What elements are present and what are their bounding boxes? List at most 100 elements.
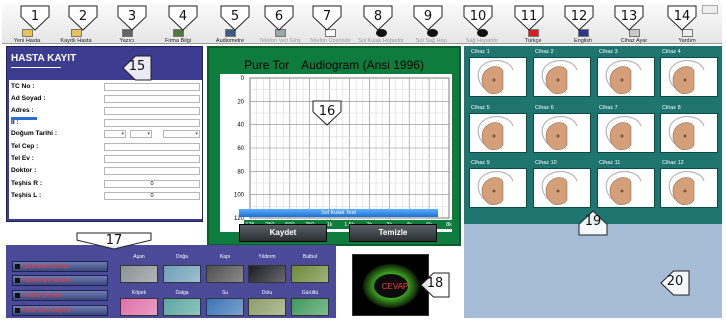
device-label: Cihaz 2: [535, 49, 554, 55]
sound-label: Doğa: [176, 254, 188, 260]
field-row: Teşhis L : 0: [11, 192, 200, 202]
sound-thumbnail[interactable]: [291, 298, 329, 316]
y-tick-label: 20: [237, 99, 244, 105]
hearing-aid-icon: [477, 116, 514, 150]
sound-label: Dalga: [175, 290, 189, 296]
sound-thumbnail[interactable]: [291, 265, 329, 283]
device-label: Cihaz 10: [535, 160, 557, 166]
field-input[interactable]: [104, 107, 200, 115]
y-tick-label: 60: [237, 146, 244, 152]
sound-thumbnail[interactable]: [248, 265, 286, 283]
audiogram-title-left: Pure Tor: [244, 58, 290, 72]
callout-marker: 8: [363, 5, 393, 31]
sound-category-button[interactable]: Araba Sesleri: [12, 290, 108, 301]
save-button[interactable]: Kaydet: [239, 224, 327, 242]
field-row: Doktor :: [11, 167, 200, 177]
field-label: Doktor :: [11, 167, 37, 174]
sound-thumbnail[interactable]: [120, 265, 158, 283]
device-tile-6[interactable]: Cihaz 6: [533, 105, 591, 153]
callout-marker: 13: [614, 5, 644, 31]
sound-label: Su: [221, 290, 229, 296]
sound-thumbnail[interactable]: [206, 265, 244, 283]
callout-number: 16: [318, 104, 336, 119]
audiogram-panel: Pure TorAudiogram (Ansi 1996) 1252505007…: [207, 46, 461, 246]
test-progress-bar[interactable]: Sol Kulak Test: [239, 209, 438, 217]
callout-marker: 3: [117, 5, 147, 31]
field-input[interactable]: [104, 155, 200, 163]
city-select[interactable]: [104, 119, 200, 127]
callout-marker: 12: [564, 5, 594, 31]
sound-thumbnail[interactable]: [163, 265, 201, 283]
hearing-aid-image: [533, 57, 591, 97]
field-input[interactable]: [104, 95, 200, 103]
device-label: Cihaz 8: [662, 105, 681, 111]
field-input[interactable]: [104, 143, 200, 151]
callout-number: 11: [520, 9, 538, 24]
device-tile-3[interactable]: Cihaz 3: [597, 49, 655, 97]
callout-marker: 10: [463, 5, 493, 31]
hearing-aid-icon: [668, 60, 705, 94]
birth-date-select[interactable]: ▾: [104, 130, 126, 138]
device-tile-9[interactable]: Cihaz 9: [469, 160, 527, 208]
field-input[interactable]: 0: [104, 180, 200, 188]
hearing-aid-image: [597, 168, 655, 208]
field-input[interactable]: [104, 83, 200, 91]
callout-number: 20: [666, 274, 684, 289]
field-input[interactable]: 0: [104, 192, 200, 200]
toolbar-button-label: Telefon Veri Giriş: [259, 38, 301, 44]
callout-number: 7: [322, 9, 332, 24]
birth-date-select[interactable]: ▾: [130, 130, 152, 138]
field-row: Doğum Tarihi : ▾ ▾ ▾: [11, 130, 200, 140]
field-label: Doğum Tarihi :: [11, 130, 58, 137]
device-tile-7[interactable]: Cihaz 7: [597, 105, 655, 153]
callout-marker: 17: [76, 232, 152, 250]
sound-category-button[interactable]: Özel Ses Seçimi: [12, 305, 108, 316]
callout-marker: 2: [68, 5, 98, 31]
callout-number: 4: [178, 9, 188, 24]
callout-number: 9: [423, 9, 433, 24]
birth-date-select[interactable]: ▾: [163, 130, 200, 138]
toolbar-button-label: Firma Bilgi: [165, 38, 191, 44]
sound-label: Kapı: [219, 254, 231, 260]
x-tick-label: 8k: [446, 222, 452, 228]
device-tile-11[interactable]: Cihaz 11: [597, 160, 655, 208]
field-input[interactable]: [104, 167, 200, 175]
toolbar-button-label: Sol Sağ Hop.: [415, 38, 449, 44]
sound-panel: Çevresel Sesler Restorant sesleri Araba Se…: [6, 245, 336, 318]
hearing-aid-image: [469, 113, 527, 153]
hearing-aid-icon: [605, 116, 642, 150]
y-tick-label: 40: [237, 123, 244, 129]
field-row: İl :: [11, 117, 200, 129]
sound-thumbnail[interactable]: [120, 298, 158, 316]
answer-button[interactable]: CEVAP: [352, 254, 429, 316]
device-tile-2[interactable]: Cihaz 2: [533, 49, 591, 97]
callout-number: 13: [620, 9, 638, 24]
selection-highlight: [11, 117, 37, 120]
callout-number: 17: [105, 233, 123, 248]
field-label: Teşhis R :: [11, 180, 43, 187]
sound-thumbnail[interactable]: [248, 298, 286, 316]
sound-category-button[interactable]: Çevresel Sesler: [12, 261, 108, 272]
device-tile-1[interactable]: Cihaz 1: [469, 49, 527, 97]
callout-number: 5: [230, 9, 240, 24]
device-tile-4[interactable]: Cihaz 4: [660, 49, 718, 97]
clear-button[interactable]: Temizle: [349, 224, 437, 242]
device-label: Cihaz 1: [471, 49, 490, 55]
device-label: Cihaz 9: [471, 160, 490, 166]
device-tile-10[interactable]: Cihaz 10: [533, 160, 591, 208]
callout-marker: 1: [20, 5, 50, 31]
device-tile-12[interactable]: Cihaz 12: [660, 160, 718, 208]
callout-number: 1: [30, 9, 40, 24]
hearing-aid-image: [533, 168, 591, 208]
sound-category-button[interactable]: Restorant sesleri: [12, 275, 108, 286]
sound-label: Aşan: [133, 254, 145, 260]
device-tile-5[interactable]: Cihaz 5: [469, 105, 527, 153]
callout-marker: 9: [413, 5, 443, 31]
sound-thumbnail[interactable]: [206, 298, 244, 316]
hearing-aid-icon: [541, 116, 578, 150]
field-row: Tel Ev :: [11, 155, 200, 165]
device-tile-8[interactable]: Cihaz 8: [660, 105, 718, 153]
sound-thumbnail[interactable]: [163, 298, 201, 316]
callout-marker: 11: [514, 5, 544, 31]
audiogram-title-right: Audiogram (Ansi 1996): [301, 58, 424, 72]
